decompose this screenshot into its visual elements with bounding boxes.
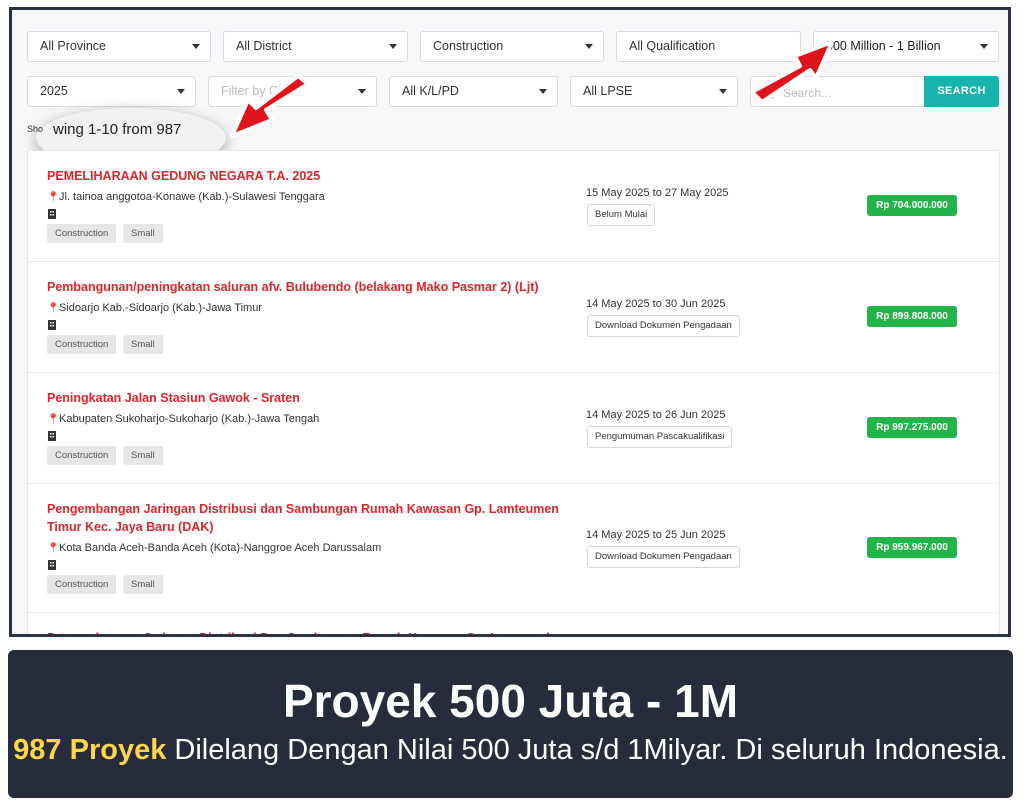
location-pin-icon: 📍 — [47, 192, 60, 203]
district-select[interactable]: All District — [223, 31, 408, 62]
location-pin-icon: 📍 — [47, 414, 60, 425]
caret-down-icon — [980, 44, 988, 49]
tag-category: Construction — [47, 446, 117, 465]
tag-size: Small — [123, 224, 163, 243]
tag-category: Construction — [47, 575, 117, 594]
tender-price-badge: Rp 704.000.000 — [867, 195, 957, 216]
banner-subtitle-text: Dilelang Dengan Nilai 500 Juta s/d 1Mily… — [166, 734, 1008, 766]
category-select-value: Construction — [433, 39, 504, 53]
year-select[interactable]: 2025 — [27, 76, 196, 107]
screenshot-frame: All Province All District Construction A… — [9, 7, 1011, 637]
tender-title[interactable]: Pengembangan Jaringan Distribusi Dan Sam… — [47, 629, 567, 634]
caret-down-icon — [358, 89, 366, 94]
tender-location: 📍Sidoarjo Kab.-Sidoarjo (Kab.)-Jawa Timu… — [47, 302, 262, 314]
location-pin-icon: 📍 — [47, 543, 60, 554]
tender-status-badge: Belum Mulai — [587, 204, 656, 226]
tag-size: Small — [123, 575, 163, 594]
province-select[interactable]: All Province — [27, 31, 211, 62]
caret-down-icon — [539, 89, 547, 94]
caption-banner: Proyek 500 Juta - 1M 987 Proyek Dilelang… — [8, 650, 1013, 798]
banner-title: Proyek 500 Juta - 1M — [282, 675, 739, 727]
tender-status-badge: Pengumuman Pascakualifikasi — [587, 426, 733, 448]
caret-down-icon — [719, 89, 727, 94]
tender-row[interactable]: PEMELIHARAAN GEDUNG NEGARA T.A. 2025 📍Jl… — [28, 151, 999, 262]
tender-location-text: Kota Banda Aceh-Banda Aceh (Kota)-Nanggr… — [59, 542, 382, 554]
result-count-prefix: Sho — [27, 124, 44, 134]
tender-row[interactable]: Peningkatan Jalan Stasiun Gawok - Sraten… — [28, 373, 999, 484]
klpd-select-value: All K/L/PD — [402, 84, 459, 98]
tag-category: Construction — [47, 335, 117, 354]
tender-date-range: 14 May 2025 to 25 Jun 2025 — [586, 529, 726, 541]
caret-down-icon — [585, 44, 593, 49]
tender-price-badge: Rp 899.808.000 — [867, 306, 957, 327]
location-pin-icon: 📍 — [47, 303, 60, 314]
category-select[interactable]: Construction — [420, 31, 604, 62]
building-icon — [48, 431, 56, 441]
tender-title[interactable]: Peningkatan Jalan Stasiun Gawok - Sraten — [47, 389, 567, 407]
banner-highlight: 987 Proyek — [13, 734, 167, 766]
tender-status-badge: Download Dokumen Pengadaan — [587, 315, 740, 337]
tender-price-badge: Rp 997.275.000 — [867, 417, 957, 438]
tender-location: 📍Kabupaten Sukoharjo-Sukoharjo (Kab.)-Ja… — [47, 413, 319, 425]
tender-location: 📍Kota Banda Aceh-Banda Aceh (Kota)-Nangg… — [47, 542, 381, 554]
caret-down-icon — [192, 44, 200, 49]
caret-down-icon — [389, 44, 397, 49]
building-icon — [48, 320, 56, 330]
caret-down-icon — [177, 89, 185, 94]
pointer-arrow — [750, 40, 834, 104]
district-select-value: All District — [236, 39, 292, 53]
tender-title[interactable]: Pembangunan/peningkatan saluran afv. Bul… — [47, 278, 567, 296]
tender-price-badge: Rp 959.967.000 — [867, 537, 957, 558]
banner-subtitle: 987 Proyek Dilelang Dengan Nilai 500 Jut… — [8, 734, 1013, 767]
qualification-select-value: All Qualification — [629, 39, 716, 53]
tender-row[interactable]: Pembangunan/peningkatan saluran afv. Bul… — [28, 262, 999, 373]
tender-row[interactable]: Pengembangan Jaringan Distribusi dan Sam… — [28, 484, 999, 613]
klpd-select[interactable]: All K/L/PD — [389, 76, 558, 107]
tender-location-text: Sidoarjo Kab.-Sidoarjo (Kab.)-Jawa Timur — [59, 302, 262, 314]
province-select-value: All Province — [40, 39, 106, 53]
building-icon — [48, 209, 56, 219]
building-icon — [48, 560, 56, 570]
tag-size: Small — [123, 335, 163, 354]
tender-row[interactable]: Pengembangan Jaringan Distribusi Dan Sam… — [28, 613, 999, 634]
pointer-arrow — [230, 74, 310, 138]
year-select-value: 2025 — [40, 84, 68, 98]
result-count-text: wing 1-10 from 987 — [53, 121, 182, 138]
tender-date-range: 14 May 2025 to 26 Jun 2025 — [586, 409, 726, 421]
tender-location: 📍Jl. tainoa anggotoa-Konawe (Kab.)-Sulaw… — [47, 191, 325, 203]
tag-size: Small — [123, 446, 163, 465]
tender-status-badge: Download Dokumen Pengadaan — [587, 546, 740, 568]
tender-location-text: Jl. tainoa anggotoa-Konawe (Kab.)-Sulawe… — [59, 191, 325, 203]
lpse-select[interactable]: All LPSE — [570, 76, 738, 107]
tender-list: PEMELIHARAAN GEDUNG NEGARA T.A. 2025 📍Jl… — [27, 150, 1000, 634]
tender-title[interactable]: PEMELIHARAAN GEDUNG NEGARA T.A. 2025 — [47, 167, 567, 185]
search-button[interactable]: SEARCH — [924, 76, 999, 107]
tender-date-range: 15 May 2025 to 27 May 2025 — [586, 187, 729, 199]
tender-title[interactable]: Pengembangan Jaringan Distribusi dan Sam… — [47, 500, 567, 536]
tender-date-range: 14 May 2025 to 30 Jun 2025 — [586, 298, 726, 310]
tag-category: Construction — [47, 224, 117, 243]
lpse-select-value: All LPSE — [583, 84, 633, 98]
tender-location-text: Kabupaten Sukoharjo-Sukoharjo (Kab.)-Jaw… — [59, 413, 320, 425]
